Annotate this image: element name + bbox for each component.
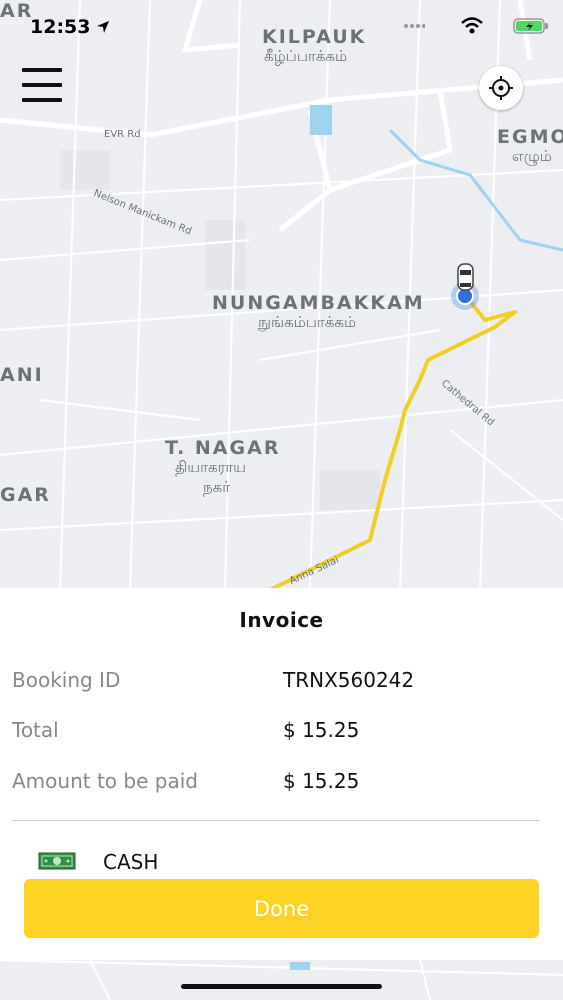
battery-icon — [513, 18, 548, 34]
amount-due-value: $ 15.25 — [283, 769, 360, 793]
amount-due-label: Amount to be paid — [12, 769, 198, 793]
map-label-t-nagar-tamil-2: நகர் — [203, 478, 231, 496]
home-indicator[interactable] — [181, 984, 382, 989]
map-label-gar: GAR — [0, 484, 51, 506]
map-label-ani: ANI — [0, 364, 44, 386]
invoice-title: Invoice — [239, 608, 324, 632]
total-value: $ 15.25 — [283, 718, 360, 742]
crosshair-icon — [489, 76, 513, 100]
booking-id-value: TRNX560242 — [283, 668, 415, 692]
menu-button[interactable] — [22, 68, 62, 102]
invoice-sheet: Invoice Booking ID TRNX560242 Total $ 15… — [0, 588, 563, 960]
car-icon — [457, 263, 474, 291]
road-label-evr: EVR Rd — [104, 129, 141, 140]
status-bar: 12:53 — [0, 0, 563, 56]
menu-icon — [22, 68, 62, 72]
recenter-button[interactable] — [479, 66, 523, 110]
map-label-egmore-tamil: எழும் — [512, 147, 552, 165]
booking-id-label: Booking ID — [12, 668, 121, 692]
signal-icon — [404, 24, 425, 28]
location-arrow-icon — [97, 21, 109, 33]
map-label-nungambakkam-tamil: நுங்கம்பாக்கம் — [258, 313, 357, 331]
payment-method-label: CASH — [103, 850, 159, 874]
map-label-t-nagar-tamil-1: தியாகராய — [175, 458, 247, 476]
divider — [12, 820, 539, 821]
done-button[interactable]: Done — [24, 879, 539, 938]
cash-icon — [38, 852, 76, 870]
map-label-t-nagar: T. NAGAR — [165, 437, 281, 459]
map-label-egmore: EGMO — [497, 126, 563, 148]
status-time: 12:53 — [30, 16, 91, 38]
total-label: Total — [12, 718, 59, 742]
wifi-icon — [461, 17, 483, 34]
map-label-nungambakkam: NUNGAMBAKKAM — [212, 292, 425, 314]
